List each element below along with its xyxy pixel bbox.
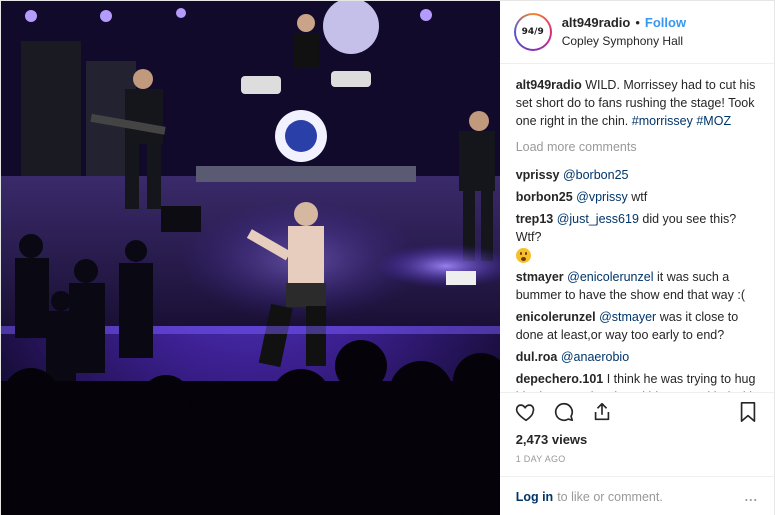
concert-scene (1, 1, 500, 515)
station-logo: 94/9 (518, 18, 547, 46)
comment: borbon25 @vprissy wtf (516, 188, 758, 206)
bookmark-icon[interactable] (736, 400, 760, 424)
instagram-post: 94/9 alt949radio • Follow Copley Symphon… (0, 0, 775, 515)
comment-mention[interactable]: @just_jess619 (557, 212, 639, 226)
singer (294, 202, 318, 226)
comment: dul.roa @anaerobio (516, 348, 758, 366)
comment: vprissy @borbon25 (516, 166, 758, 184)
comment-mention[interactable]: @vprissy (576, 190, 628, 204)
stage-light (25, 10, 37, 22)
comment: trep13 @just_jess619 did you see this? W… (515, 210, 758, 264)
comment-mention[interactable]: @stmayer (599, 310, 656, 324)
stage-light (420, 9, 432, 21)
comment-username[interactable]: stmayer (516, 270, 564, 284)
follow-button[interactable]: Follow (645, 14, 686, 32)
post-sidebar: 94/9 alt949radio • Follow Copley Symphon… (499, 1, 774, 515)
comment-username[interactable]: depechero.101 (516, 372, 604, 386)
share-icon[interactable] (590, 400, 614, 424)
comment-username[interactable]: borbon25 (516, 190, 573, 204)
comment-text: wtf (631, 190, 648, 204)
comment-icon[interactable] (552, 400, 576, 424)
load-more-comments-button[interactable]: Load more comments (516, 138, 758, 156)
caption-username[interactable]: alt949radio (516, 78, 582, 92)
drummer (297, 14, 315, 32)
stage-light (176, 8, 186, 18)
comment: enicolerunzel @stmayer was it close to d… (516, 308, 758, 344)
comment-mention[interactable]: @borbon25 (563, 168, 629, 182)
pedalboard (446, 271, 476, 285)
logo-text: 94/9 (521, 27, 544, 37)
action-bar (499, 392, 774, 430)
post-header: 94/9 alt949radio • Follow Copley Symphon… (499, 1, 774, 64)
location-link[interactable]: Copley Symphony Hall (562, 32, 686, 50)
login-bar: Log in to like or comment. ... (499, 476, 774, 515)
caption-hashtags[interactable]: #morrissey #MOZ (632, 114, 731, 128)
heart-icon[interactable] (514, 400, 538, 424)
more-options-icon[interactable]: ... (745, 490, 758, 504)
guitarist-right (469, 111, 489, 131)
comment: depechero.101 I think he was trying to h… (516, 370, 758, 392)
post-date[interactable]: 1 DAY AGO (500, 450, 774, 476)
comment-username[interactable]: dul.roa (516, 350, 558, 364)
stage-light (100, 10, 112, 22)
login-link[interactable]: Log in (516, 490, 554, 504)
avatar[interactable]: 94/9 (513, 13, 552, 51)
drum-riser (196, 166, 416, 182)
comment-username[interactable]: vprissy (516, 168, 560, 182)
separator-dot: • (635, 15, 640, 30)
comment: stmayer @enicolerunzel it was such a bum… (516, 268, 758, 304)
comment-mention[interactable]: @enicolerunzel (567, 270, 653, 284)
caption: alt949radio WILD. Morrissey had to cut h… (516, 76, 758, 130)
comments-section: alt949radio WILD. Morrissey had to cut h… (500, 64, 774, 392)
username-link[interactable]: alt949radio (562, 14, 631, 32)
view-count[interactable]: 2,473 views (500, 430, 774, 450)
comment-username[interactable]: trep13 (516, 212, 554, 226)
login-prompt: to like or comment. (557, 489, 663, 504)
guitarist-left (133, 69, 153, 89)
comment-mention[interactable]: @anaerobio (561, 350, 629, 364)
comment-username[interactable]: enicolerunzel (516, 310, 596, 324)
stage-monitor (161, 206, 201, 232)
post-video[interactable] (1, 1, 500, 515)
astonished-emoji-icon (515, 248, 531, 264)
